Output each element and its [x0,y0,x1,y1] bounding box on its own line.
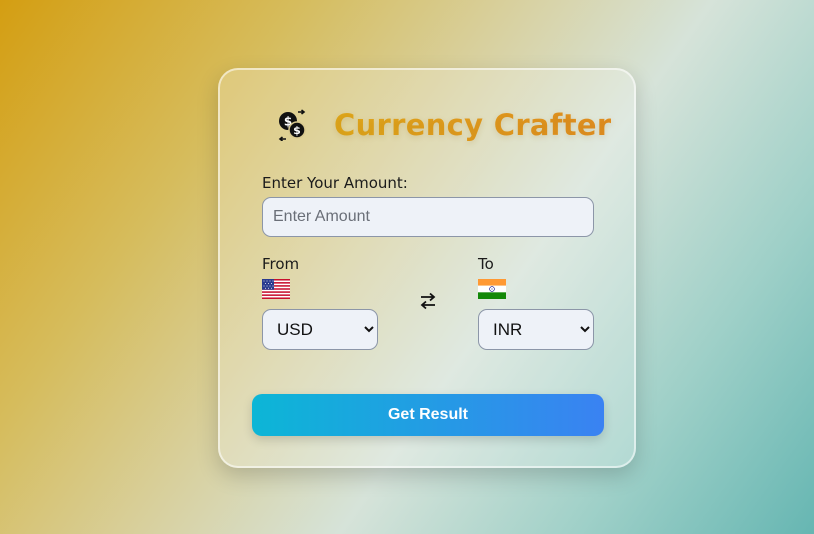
to-currency-select[interactable]: INR [478,309,594,350]
us-flag-icon [262,279,290,299]
get-result-button[interactable]: Get Result [252,394,604,436]
header: $ $ Currency Crafter [276,108,611,142]
converter-card: $ $ Currency Crafter Enter Your Amount: … [218,68,636,468]
svg-text:$: $ [293,124,301,137]
to-currency-group: To INR [478,255,594,350]
india-flag-icon [478,279,506,299]
from-currency-group: From USD [262,255,378,350]
from-label: From [262,255,300,273]
currency-exchange-icon: $ $ [276,109,308,142]
app-title: Currency Crafter [334,108,612,142]
amount-label: Enter Your Amount: [262,174,408,192]
swap-arrows-icon[interactable] [418,292,438,310]
to-label: To [478,255,494,273]
amount-input[interactable] [262,197,594,237]
from-currency-select[interactable]: USD [262,309,378,350]
